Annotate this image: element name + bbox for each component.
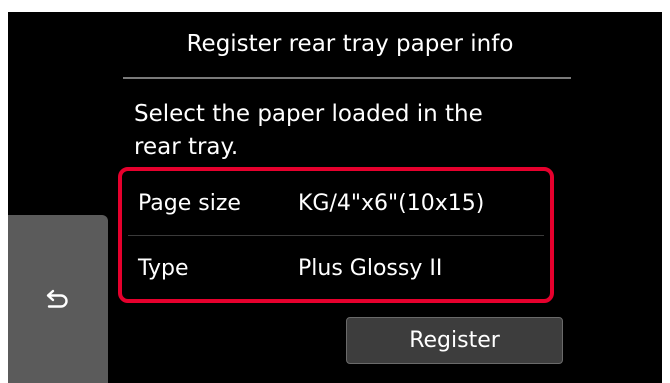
media-type-value: Plus Glossy II <box>298 255 443 281</box>
back-button[interactable] <box>8 215 108 383</box>
paper-settings-highlight: Page size KG/4"x6"(10x15) Type Plus Glos… <box>118 167 554 303</box>
page-size-value: KG/4"x6"(10x15) <box>298 190 485 216</box>
settings-divider <box>128 235 544 236</box>
media-type-setting[interactable]: Type Plus Glossy II <box>128 238 544 298</box>
instruction-message: Select the paper loaded in the rear tray… <box>134 101 483 160</box>
page-size-label: Page size <box>138 190 241 216</box>
screen-title: Register rear tray paper info <box>186 31 514 57</box>
printer-panel-screen: Register rear tray paper info Select the… <box>8 12 662 383</box>
page-size-setting[interactable]: Page size KG/4"x6"(10x15) <box>128 173 544 233</box>
title-divider <box>123 77 571 79</box>
return-arrow-icon <box>46 289 68 308</box>
media-type-label: Type <box>138 255 189 281</box>
register-button[interactable]: Register <box>346 317 563 364</box>
